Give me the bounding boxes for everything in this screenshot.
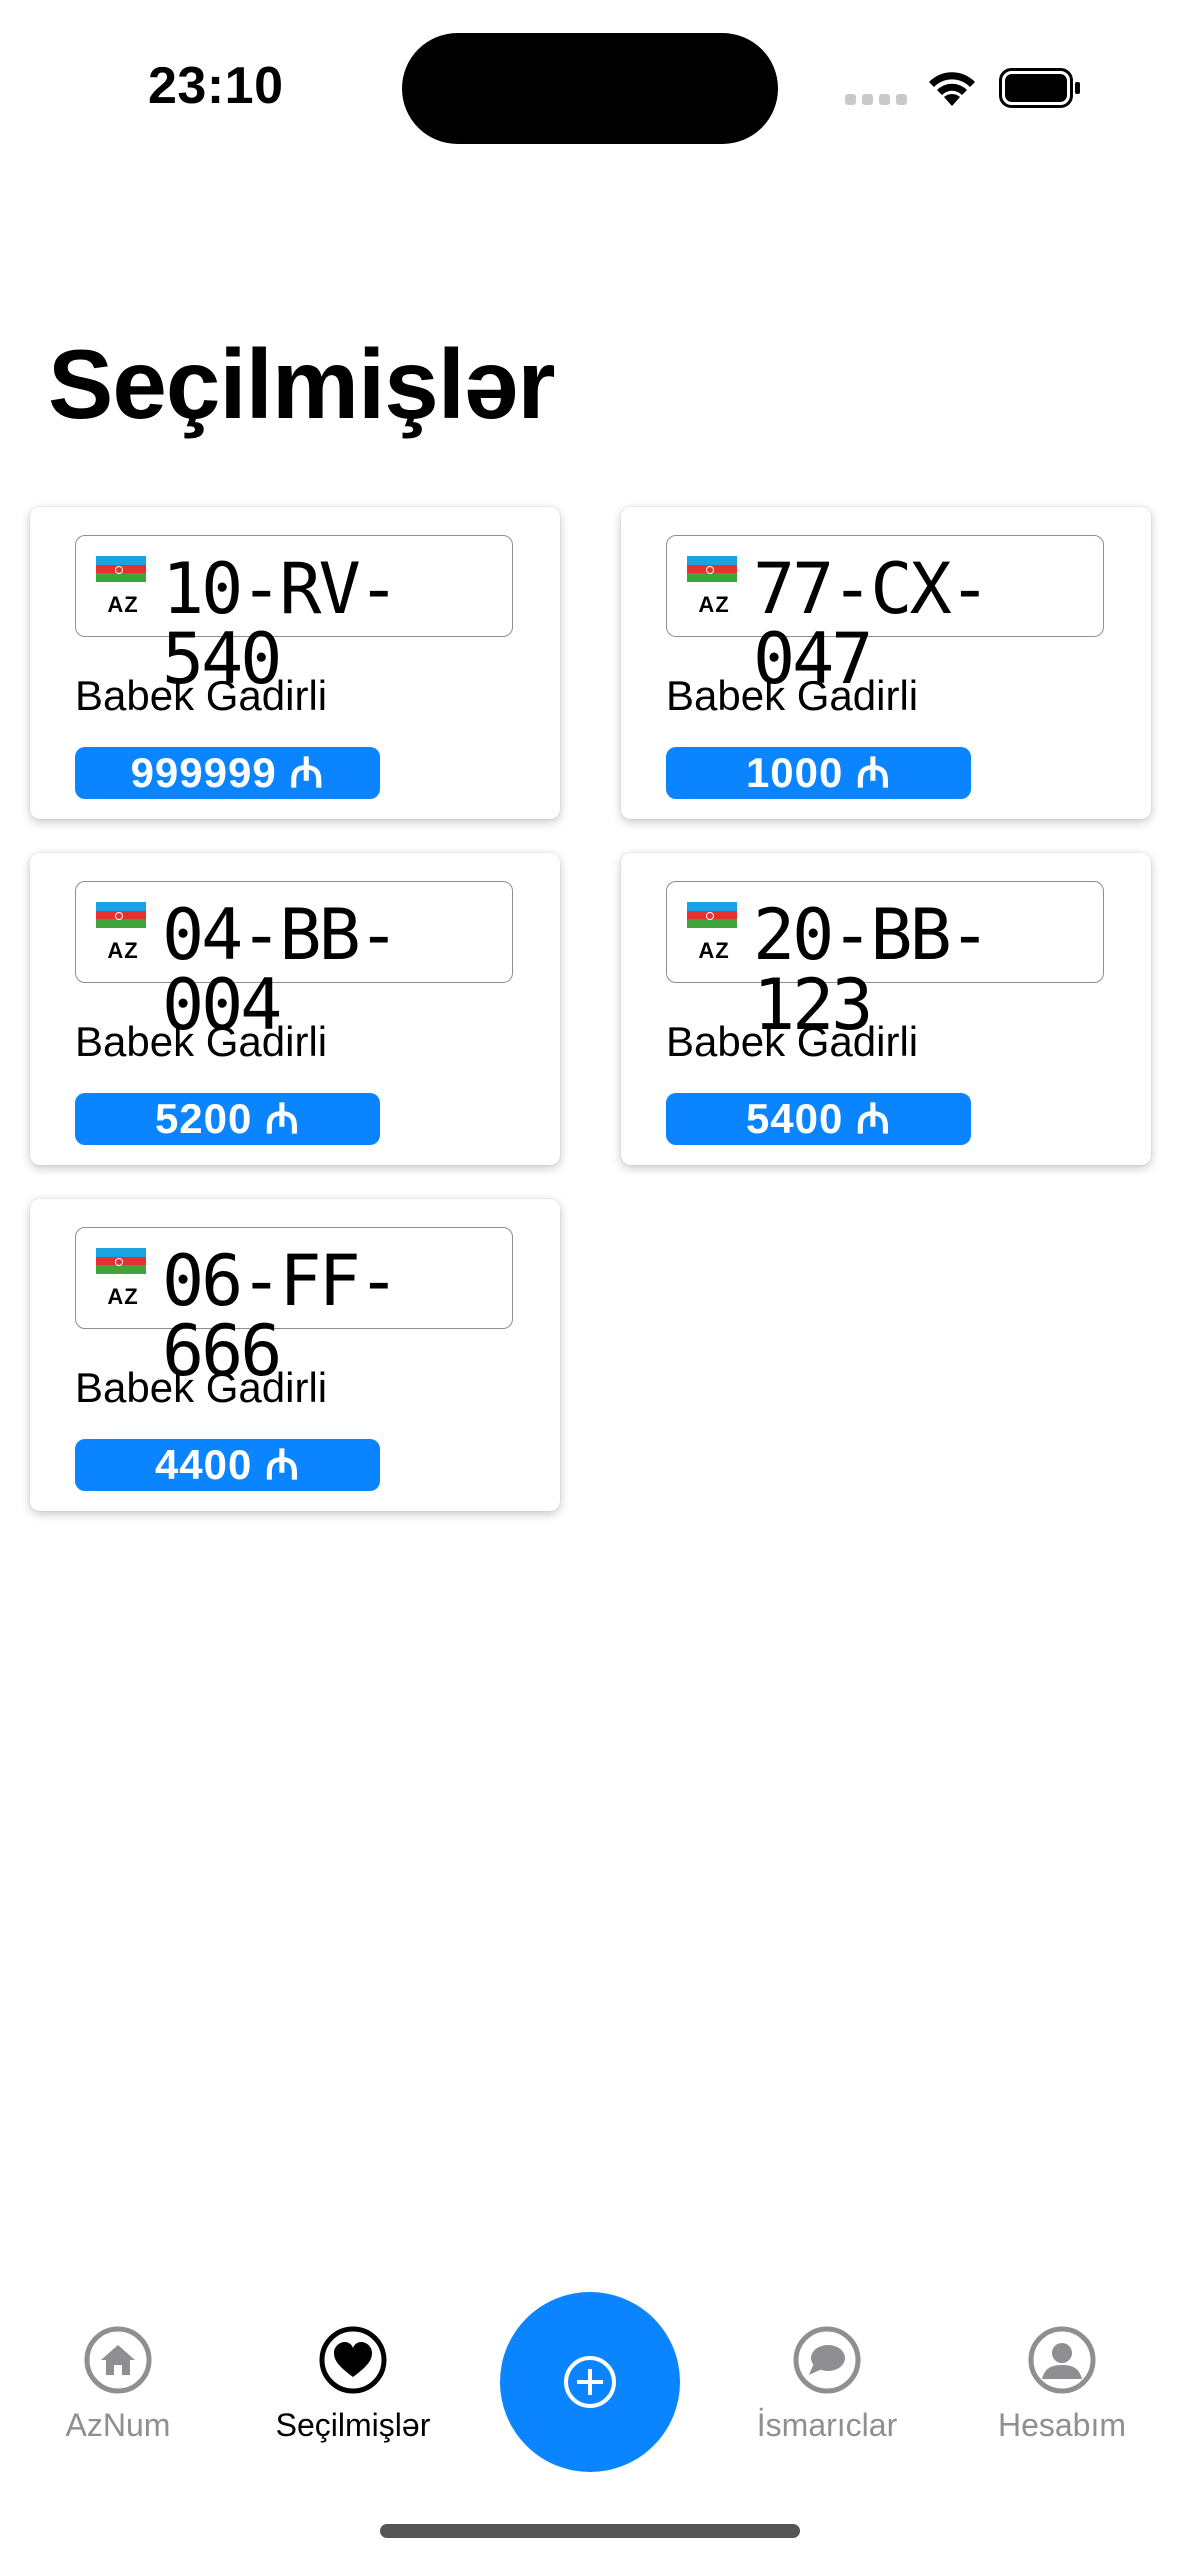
seller-name: Babek Gadirli (666, 1018, 919, 1065)
plate-country-code: AZ (107, 938, 139, 963)
price-badge: 1000 ₼ (666, 747, 971, 799)
azerbaijan-flag-icon (96, 556, 146, 582)
tab-label: Seçilmişlər (275, 2407, 431, 2443)
price-badge: 4400 ₼ (75, 1439, 380, 1491)
seller-name: Babek Gadirli (75, 672, 328, 719)
listing-card[interactable]: AZ 04-BB-004 Babek Gadirli 5200 ₼ (30, 853, 560, 1165)
wifi-icon (929, 72, 975, 106)
tab-aznum[interactable]: AzNum (23, 2325, 213, 2444)
listing-card[interactable]: AZ 10-RV-540 Babek Gadirli 999999 ₼ (30, 507, 560, 819)
price-badge: 999999 ₼ (75, 747, 380, 799)
dynamic-island (402, 33, 778, 144)
plate-country-code: AZ (698, 592, 730, 617)
license-plate: AZ 10-RV-540 (75, 535, 513, 694)
plus-circle-icon (564, 2356, 616, 2408)
home-indicator (380, 2524, 800, 2538)
chat-bubble-icon (793, 2326, 861, 2394)
add-listing-button[interactable] (500, 2292, 680, 2472)
status-time: 23:10 (148, 57, 284, 115)
tab-messages[interactable]: İsmarıclar (732, 2325, 922, 2444)
price-badge: 5200 ₼ (75, 1093, 380, 1145)
seller-name: Babek Gadirli (666, 672, 919, 719)
plate-country-code: AZ (107, 592, 139, 617)
license-plate: AZ 06-FF-666 (75, 1227, 513, 1386)
azerbaijan-flag-icon (96, 902, 146, 928)
heart-icon (319, 2326, 387, 2394)
cellular-signal-icon (845, 94, 907, 108)
license-plate: AZ 20-BB-123 (666, 881, 1104, 1040)
battery-icon (999, 68, 1080, 108)
license-plate: AZ 04-BB-004 (75, 881, 513, 1040)
seller-name: Babek Gadirli (75, 1018, 328, 1065)
azerbaijan-flag-icon (96, 1248, 146, 1274)
seller-name: Babek Gadirli (75, 1364, 328, 1411)
listing-card[interactable]: AZ 77-CX-047 Babek Gadirli 1000 ₼ (621, 507, 1151, 819)
page-title: Seçilmişlər (48, 329, 556, 439)
listing-card[interactable]: AZ 20-BB-123 Babek Gadirli 5400 ₼ (621, 853, 1151, 1165)
tab-favorites[interactable]: Seçilmişlər (258, 2325, 448, 2444)
tab-account[interactable]: Hesabım (967, 2325, 1157, 2444)
tab-label: AzNum (65, 2407, 171, 2443)
plate-country-code: AZ (107, 1284, 139, 1309)
listing-card[interactable]: AZ 06-FF-666 Babek Gadirli 4400 ₼ (30, 1199, 560, 1511)
home-icon (84, 2326, 152, 2394)
tab-label: Hesabım (997, 2407, 1127, 2443)
license-plate: AZ 77-CX-047 (666, 535, 1104, 694)
azerbaijan-flag-icon (687, 902, 737, 928)
azerbaijan-flag-icon (687, 556, 737, 582)
plate-country-code: AZ (698, 938, 730, 963)
price-badge: 5400 ₼ (666, 1093, 971, 1145)
tab-label: İsmarıclar (756, 2407, 898, 2443)
person-icon (1028, 2326, 1096, 2394)
